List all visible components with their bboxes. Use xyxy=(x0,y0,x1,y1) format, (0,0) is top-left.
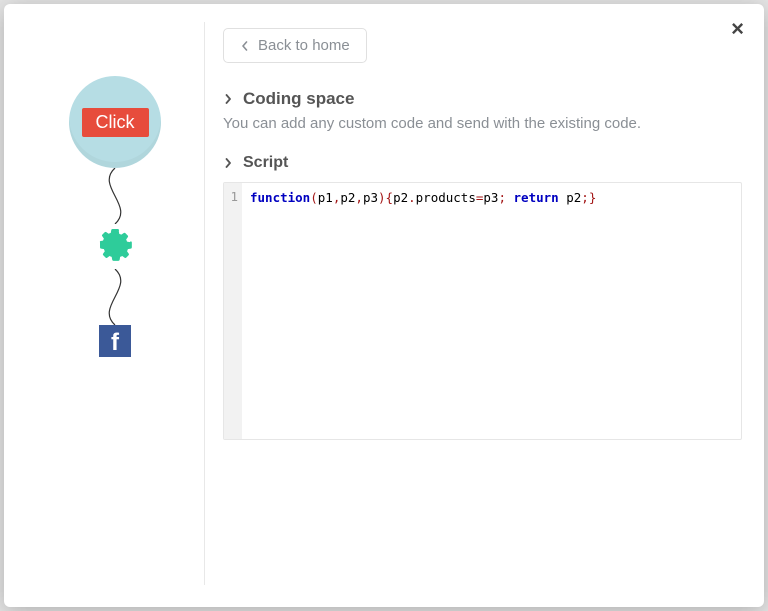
flow-node-facebook[interactable]: f xyxy=(99,325,131,357)
line-number: 1 xyxy=(226,189,238,204)
tok-open-paren: ( xyxy=(310,190,318,205)
tok-p1: p1 xyxy=(318,190,333,205)
tok-semi: ; xyxy=(581,190,589,205)
flow-connector-2 xyxy=(75,269,155,325)
flow-node-click[interactable]: Click xyxy=(69,76,161,168)
modal-dialog: × Click f xyxy=(4,4,764,607)
main-panel: Back to home Coding space You can add an… xyxy=(215,22,742,585)
back-to-home-button[interactable]: Back to home xyxy=(223,28,367,63)
editor-code-area[interactable]: function(p1,p2,p3){p2.products=p3; retur… xyxy=(242,183,741,439)
tok-function: function xyxy=(250,190,310,205)
modal-content: Click f Back to home xyxy=(26,22,742,585)
gear-icon xyxy=(95,224,135,264)
tok-comma: , xyxy=(355,190,363,205)
chevron-right-icon xyxy=(223,158,233,168)
tok-close-brace: } xyxy=(589,190,597,205)
tok-p2: p2 xyxy=(566,190,581,205)
coding-space-description: You can add any custom code and send wit… xyxy=(223,115,742,132)
script-header[interactable]: Script xyxy=(223,154,742,172)
coding-space-title: Coding space xyxy=(243,89,354,109)
tok-p2: p2 xyxy=(393,190,408,205)
chevron-left-icon xyxy=(240,41,250,51)
flow-node-gear[interactable] xyxy=(95,224,135,269)
back-button-label: Back to home xyxy=(258,37,350,54)
tok-p3: p3 xyxy=(363,190,378,205)
flow-connector-1 xyxy=(75,168,155,224)
vertical-divider xyxy=(204,22,205,585)
coding-space-header[interactable]: Coding space xyxy=(223,89,742,109)
tok-close-paren-brace: ){ xyxy=(378,190,393,205)
tok-dot: . xyxy=(408,190,416,205)
tok-semi: ; xyxy=(498,190,513,205)
click-chip: Click xyxy=(82,108,149,137)
tok-p3: p3 xyxy=(483,190,498,205)
tok-p2: p2 xyxy=(340,190,355,205)
tok-products: products xyxy=(416,190,476,205)
flow-sidebar: Click f xyxy=(26,22,204,585)
chevron-right-icon xyxy=(223,94,233,104)
script-title: Script xyxy=(243,154,288,172)
editor-gutter: 1 xyxy=(224,183,242,439)
tok-return: return xyxy=(514,190,559,205)
facebook-icon: f xyxy=(111,329,119,357)
close-button[interactable]: × xyxy=(731,18,744,40)
code-editor[interactable]: 1 function(p1,p2,p3){p2.products=p3; ret… xyxy=(223,182,742,440)
